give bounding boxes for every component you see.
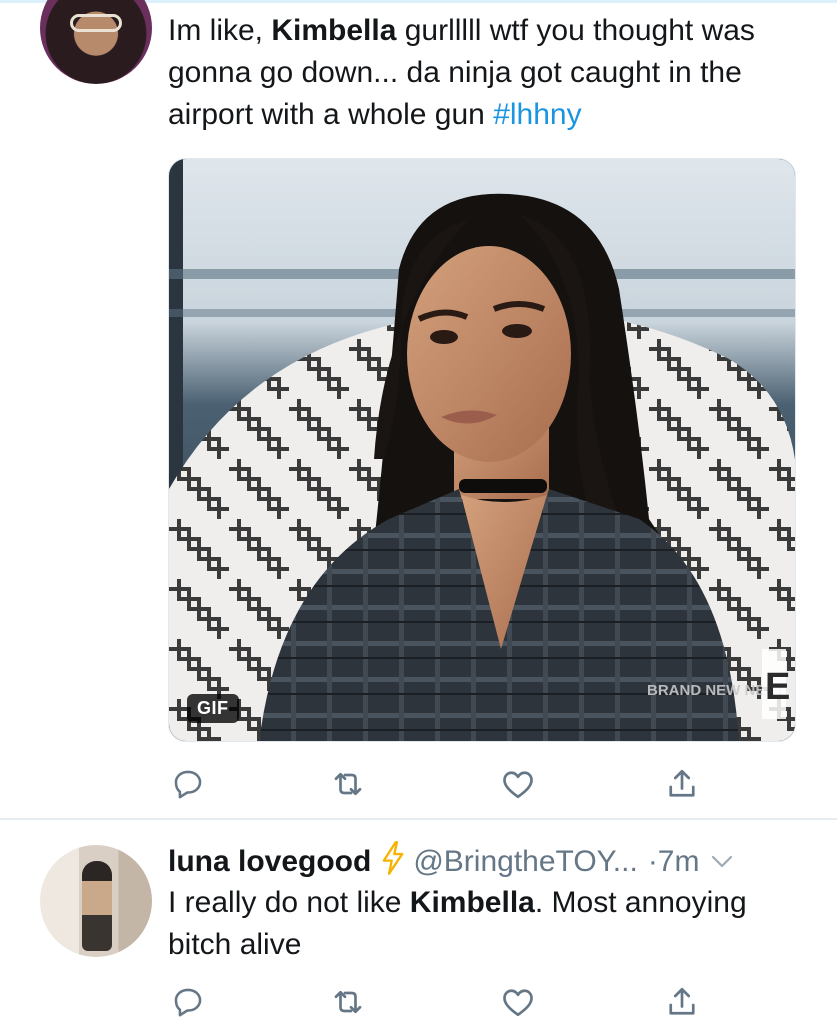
display-name[interactable]: luna lovegood xyxy=(168,845,371,878)
reply-button[interactable] xyxy=(168,982,208,1022)
share-icon xyxy=(669,769,695,797)
like-button[interactable] xyxy=(498,764,538,804)
gif-media[interactable]: BRAND NEW NEXT E GIF xyxy=(168,158,796,742)
like-button[interactable] xyxy=(498,982,538,1022)
reply-icon xyxy=(174,770,202,799)
retweet-button[interactable] xyxy=(328,764,368,804)
retweet-button[interactable] xyxy=(328,982,368,1022)
tweet-actions xyxy=(168,982,728,1022)
share-button[interactable] xyxy=(662,764,702,804)
avatar-figure xyxy=(82,861,112,951)
more-button[interactable] xyxy=(711,838,733,882)
reply-button[interactable] xyxy=(168,764,208,804)
gif-badge[interactable]: GIF xyxy=(187,694,239,723)
user-handle[interactable]: @BringtheTOY... xyxy=(413,845,637,878)
network-logo: E xyxy=(765,666,790,708)
heart-icon xyxy=(503,989,533,1017)
tweet-actions xyxy=(168,764,728,804)
gif-frame-illustration: BRAND NEW NEXT E xyxy=(169,159,795,741)
share-icon xyxy=(669,987,695,1015)
hashtag-link[interactable]: #lhhny xyxy=(493,98,581,131)
tweet-header: luna lovegood @BringtheTOY... ·7m xyxy=(168,838,808,882)
share-button[interactable] xyxy=(662,982,702,1022)
chevron-down-icon xyxy=(712,855,733,868)
heart-icon xyxy=(503,771,533,799)
lightning-emoji xyxy=(379,841,407,888)
retweet-icon xyxy=(334,990,362,1014)
tweet-text: I really do not like Kimbella. Most anno… xyxy=(168,886,747,961)
retweet-icon xyxy=(334,772,362,796)
tweet-text: Im like, Kimbella gurlllll wtf you thoug… xyxy=(168,14,755,131)
highlighted-term: Kimbella xyxy=(271,14,397,47)
timestamp[interactable]: ·7m xyxy=(648,845,700,878)
highlighted-term: Kimbella xyxy=(409,886,535,919)
reply-icon xyxy=(174,988,202,1017)
avatar-glasses xyxy=(70,14,122,32)
avatar[interactable] xyxy=(40,845,152,957)
